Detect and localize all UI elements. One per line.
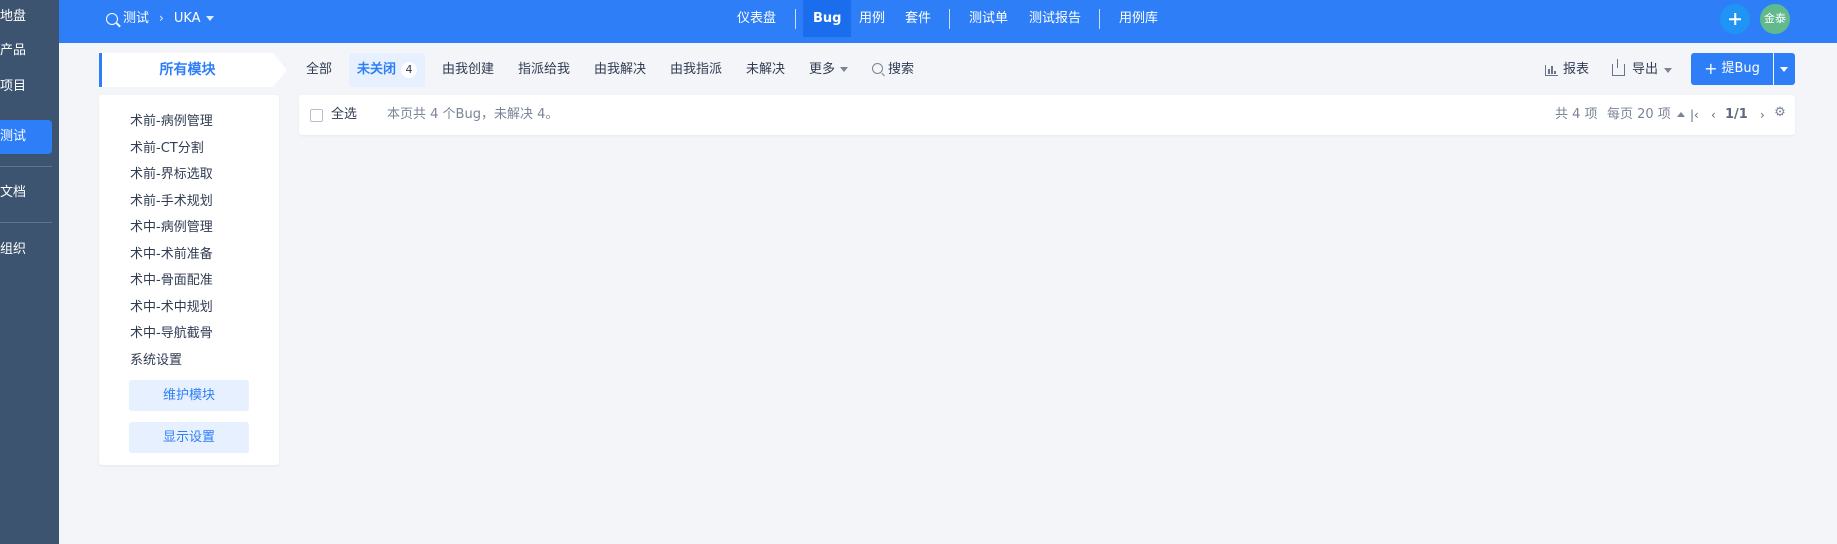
count-badge: 4 — [401, 62, 418, 78]
tab-testtask[interactable]: 测试单 — [969, 0, 1008, 37]
module-item[interactable]: 术中-术前准备 — [130, 243, 213, 262]
module-item[interactable]: 术中-导航截骨 — [130, 322, 213, 341]
select-all-checkbox[interactable] — [310, 109, 323, 122]
nav-item-dashboard[interactable]: 地盘 — [0, 0, 52, 34]
report-button[interactable]: 报表 — [1545, 53, 1589, 87]
tab-cases[interactable]: 用例 — [859, 0, 885, 37]
filter-assigned-to-me[interactable]: 指派给我 — [518, 53, 570, 87]
tab-suites[interactable]: 套件 — [905, 0, 931, 37]
avatar[interactable]: 金泰 — [1760, 4, 1790, 34]
nav-item-product[interactable]: 产品 — [0, 34, 52, 68]
module-item[interactable]: 术前-CT分割 — [130, 137, 204, 156]
plus-icon[interactable] — [1720, 4, 1750, 34]
prev-page-icon[interactable]: ‹ — [1711, 95, 1716, 135]
select-all-label[interactable]: 全选 — [331, 95, 357, 135]
gear-icon[interactable]: ⚙ — [1766, 99, 1794, 127]
filter-resolved-by-me[interactable]: 由我解决 — [594, 53, 646, 87]
create-bug-label: 提Bug — [1721, 61, 1760, 76]
nav-item-organization[interactable]: 组织 — [0, 233, 52, 267]
nav-separator — [1099, 9, 1100, 29]
nav-item-docs[interactable]: 文档 — [0, 176, 52, 210]
search-label: 搜索 — [888, 62, 915, 77]
report-label: 报表 — [1563, 62, 1590, 77]
export-label: 导出 — [1632, 62, 1659, 77]
tab-bug[interactable]: Bug — [803, 0, 852, 37]
bug-table-bar: 全选 本页共 4 个Bug，未解决 4。 共 4 项 每页 20 项 |‹ ‹ … — [299, 95, 1795, 135]
filter-unresolved[interactable]: 未解决 — [746, 53, 785, 87]
export-icon — [1612, 59, 1625, 76]
filter-created-by-me[interactable]: 由我创建 — [442, 53, 494, 87]
breadcrumb[interactable]: 测试 › UKA — [106, 0, 214, 37]
plus-icon: + — [1704, 59, 1718, 78]
module-item[interactable]: 术中-病例管理 — [130, 216, 213, 235]
create-bug-button[interactable]: + 提Bug — [1691, 53, 1773, 85]
page-indicator: 1/1 — [1725, 107, 1748, 122]
tab-caselib[interactable]: 用例库 — [1119, 0, 1158, 37]
module-item[interactable]: 术前-界标选取 — [130, 163, 213, 182]
filter-more[interactable]: 更多 — [809, 53, 849, 87]
page-summary: 本页共 4 个Bug，未解决 4。 — [387, 107, 559, 122]
filter-more-label: 更多 — [809, 62, 836, 77]
bar-chart-icon — [1545, 64, 1558, 76]
module-item[interactable]: 术前-手术规划 — [130, 190, 213, 209]
next-page-icon[interactable]: › — [1760, 95, 1765, 135]
chevron-down-icon — [1664, 67, 1673, 73]
create-bug-dropdown[interactable] — [1774, 53, 1795, 85]
maintain-module-button[interactable]: 维护模块 — [129, 380, 249, 411]
filter-assigned-by-me[interactable]: 由我指派 — [670, 53, 722, 87]
total-count: 共 4 项 — [1555, 107, 1598, 122]
per-page-label: 每页 20 项 — [1607, 107, 1671, 122]
nav-item-project[interactable]: 项目 — [0, 70, 52, 104]
breadcrumb-app[interactable]: 测试 — [123, 0, 149, 37]
export-button[interactable]: 导出 — [1612, 53, 1673, 87]
left-navigation: 地盘 产品 项目 测试 文档 组织 — [0, 0, 59, 544]
module-item[interactable]: 术中-术中规划 — [130, 296, 213, 315]
filter-unclosed-label: 未关闭 — [357, 62, 397, 77]
search-icon — [106, 12, 118, 25]
tab-testreport[interactable]: 测试报告 — [1029, 0, 1081, 37]
chevron-down-icon[interactable] — [205, 16, 214, 21]
search-toggle[interactable]: 搜索 — [872, 53, 914, 87]
module-panel: 术前-病例管理 术前-CT分割 术前-界标选取 术前-手术规划 术中-病例管理 … — [99, 95, 279, 465]
module-item[interactable]: 术前-病例管理 — [130, 110, 213, 129]
first-page-icon[interactable]: |‹ — [1690, 95, 1699, 135]
module-item[interactable]: 术中-骨面配准 — [130, 269, 213, 288]
nav-separator — [795, 9, 796, 29]
filter-unclosed[interactable]: 未关闭 4 — [349, 53, 426, 87]
nav-item-test[interactable]: 测试 — [0, 120, 52, 154]
chevron-up-icon — [1676, 112, 1685, 117]
top-bar: 测试 › UKA 仪表盘 Bug 用例 套件 测试单 测试报告 用例库 金泰 — [59, 0, 1837, 43]
breadcrumb-product[interactable]: UKA — [174, 0, 201, 37]
display-settings-button[interactable]: 显示设置 — [129, 422, 249, 453]
per-page-select[interactable]: 每页 20 项 — [1607, 95, 1685, 135]
search-icon — [872, 63, 883, 74]
module-item[interactable]: 系统设置 — [130, 349, 182, 368]
chevron-down-icon — [840, 67, 849, 72]
nav-divider — [0, 222, 52, 223]
nav-separator — [949, 9, 950, 29]
module-header[interactable]: 所有模块 — [99, 53, 287, 87]
chevron-right-icon: › — [159, 11, 164, 25]
filter-all[interactable]: 全部 — [306, 53, 332, 87]
tab-dashboard[interactable]: 仪表盘 — [737, 0, 776, 37]
nav-divider — [0, 166, 52, 167]
